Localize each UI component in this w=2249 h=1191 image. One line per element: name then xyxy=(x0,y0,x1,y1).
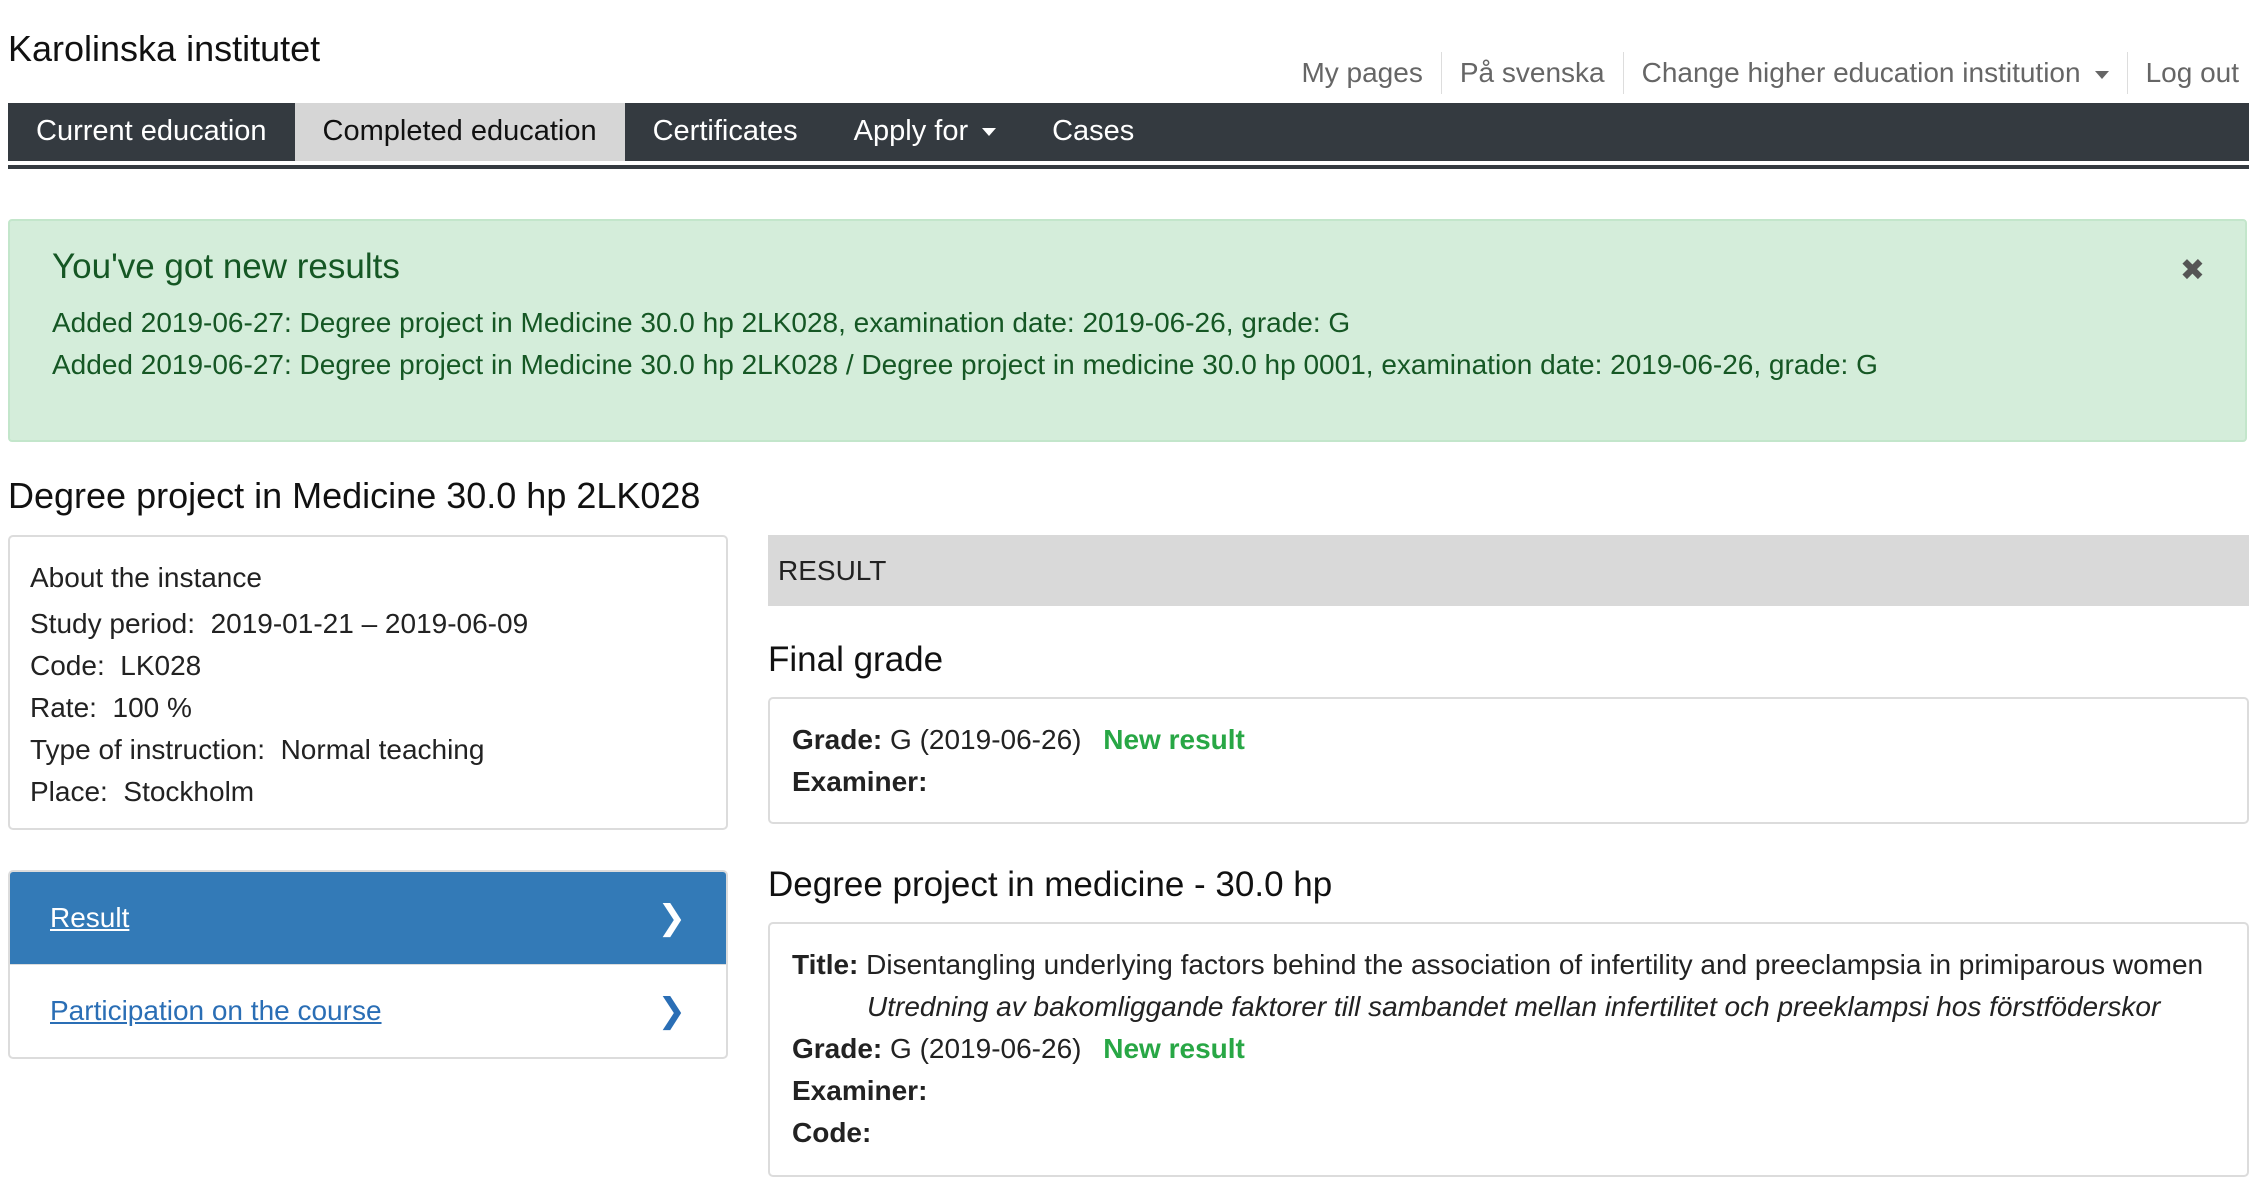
sidenav-result-link[interactable]: Result xyxy=(50,902,129,934)
module-code-row: Code: xyxy=(792,1112,2225,1154)
instruction-type-label: Type of instruction: xyxy=(30,734,266,765)
navbar-underline xyxy=(8,165,2249,169)
code-value: LK028 xyxy=(120,650,202,681)
title-value: Disentangling underlying factors behind … xyxy=(866,949,2204,980)
place-row: Place: Stockholm xyxy=(30,771,706,813)
title-row: Title: Disentangling underlying factors … xyxy=(792,944,2225,986)
alert-line: Added 2019-06-27: Degree project in Medi… xyxy=(52,349,1878,380)
nav-apply-for[interactable]: Apply for xyxy=(826,103,1024,161)
nav-completed-education[interactable]: Completed education xyxy=(294,103,625,161)
examiner-row: Examiner: xyxy=(792,761,2225,803)
final-grade-row: Grade: G (2019-06-26) New result xyxy=(792,719,2225,761)
chevron-right-icon: ❯ xyxy=(657,992,687,1030)
new-results-alert: You've got new results Added 2019-06-27:… xyxy=(8,219,2247,442)
nav-cases[interactable]: Cases xyxy=(1024,103,1162,161)
code-label: Code: xyxy=(30,650,105,681)
my-pages-link[interactable]: My pages xyxy=(1283,52,1440,94)
code-row: Code: LK028 xyxy=(30,645,706,687)
institution-name: Karolinska institutet xyxy=(8,28,321,69)
final-grade-heading: Final grade xyxy=(768,640,944,679)
final-grade-card: Grade: G (2019-06-26) New result Examine… xyxy=(768,697,2249,824)
instruction-type-row: Type of instruction: Normal teaching xyxy=(30,729,706,771)
module-heading: Degree project in medicine - 30.0 hp xyxy=(768,865,1333,904)
title-label: Title: xyxy=(792,949,859,980)
rate-value: 100 % xyxy=(112,692,192,723)
module-grade-row: Grade: G (2019-06-26) New result xyxy=(792,1028,2225,1070)
caret-down-icon xyxy=(2094,70,2109,79)
sidenav-participation-link[interactable]: Participation on the course xyxy=(50,995,382,1027)
grade-label: Grade: xyxy=(792,724,883,755)
place-label: Place: xyxy=(30,776,108,807)
title-swedish: Utredning av bakomliggande faktorer till… xyxy=(867,991,2161,1022)
grade-value: G (2019-06-26) xyxy=(890,1033,1082,1064)
about-heading: About the instance xyxy=(30,562,262,593)
chevron-right-icon: ❯ xyxy=(657,899,687,937)
alert-title: You've got new results xyxy=(52,247,400,286)
instruction-type-value: Normal teaching xyxy=(280,734,485,765)
module-examiner-row: Examiner: xyxy=(792,1070,2225,1112)
place-value: Stockholm xyxy=(123,776,255,807)
study-period-row: Study period: 2019-01-21 – 2019-06-09 xyxy=(30,603,706,645)
examiner-label: Examiner: xyxy=(792,766,928,797)
grade-label: Grade: xyxy=(792,1033,883,1064)
change-institution-label: Change higher education institution xyxy=(1641,57,2081,88)
nav-certificates[interactable]: Certificates xyxy=(625,103,826,161)
rate-label: Rate: xyxy=(30,692,97,723)
caret-down-icon xyxy=(982,128,997,137)
top-links: My pages På svenska Change higher educat… xyxy=(1283,52,2249,94)
change-institution-dropdown[interactable]: Change higher education institution xyxy=(1622,52,2127,94)
page-title: Degree project in Medicine 30.0 hp 2LK02… xyxy=(8,475,701,516)
nav-current-education[interactable]: Current education xyxy=(8,103,295,161)
logout-link[interactable]: Log out xyxy=(2126,52,2249,94)
new-result-badge: New result xyxy=(1103,1033,1245,1064)
nav-apply-for-label: Apply for xyxy=(853,115,969,147)
rate-row: Rate: 100 % xyxy=(30,687,706,729)
examiner-label: Examiner: xyxy=(792,1075,928,1106)
course-sidenav: Result ❯ Participation on the course ❯ xyxy=(8,870,728,1059)
main-navbar: Current education Completed education Ce… xyxy=(8,103,2249,161)
sidenav-item-participation[interactable]: Participation on the course ❯ xyxy=(10,964,726,1057)
code-label: Code: xyxy=(792,1117,872,1148)
grade-value: G (2019-06-26) xyxy=(890,724,1082,755)
alert-line: Added 2019-06-27: Degree project in Medi… xyxy=(52,307,1351,338)
about-instance-panel: About the instance Study period: 2019-01… xyxy=(8,535,728,830)
new-result-badge: New result xyxy=(1103,724,1245,755)
study-period-value: 2019-01-21 – 2019-06-09 xyxy=(210,608,529,639)
close-icon[interactable]: ✖ xyxy=(2180,253,2205,288)
language-switch-link[interactable]: På svenska xyxy=(1440,52,1623,94)
study-period-label: Study period: xyxy=(30,608,195,639)
sidenav-item-result[interactable]: Result ❯ xyxy=(10,872,726,964)
result-section-header: RESULT xyxy=(768,535,2249,606)
module-card: Title: Disentangling underlying factors … xyxy=(768,922,2249,1177)
